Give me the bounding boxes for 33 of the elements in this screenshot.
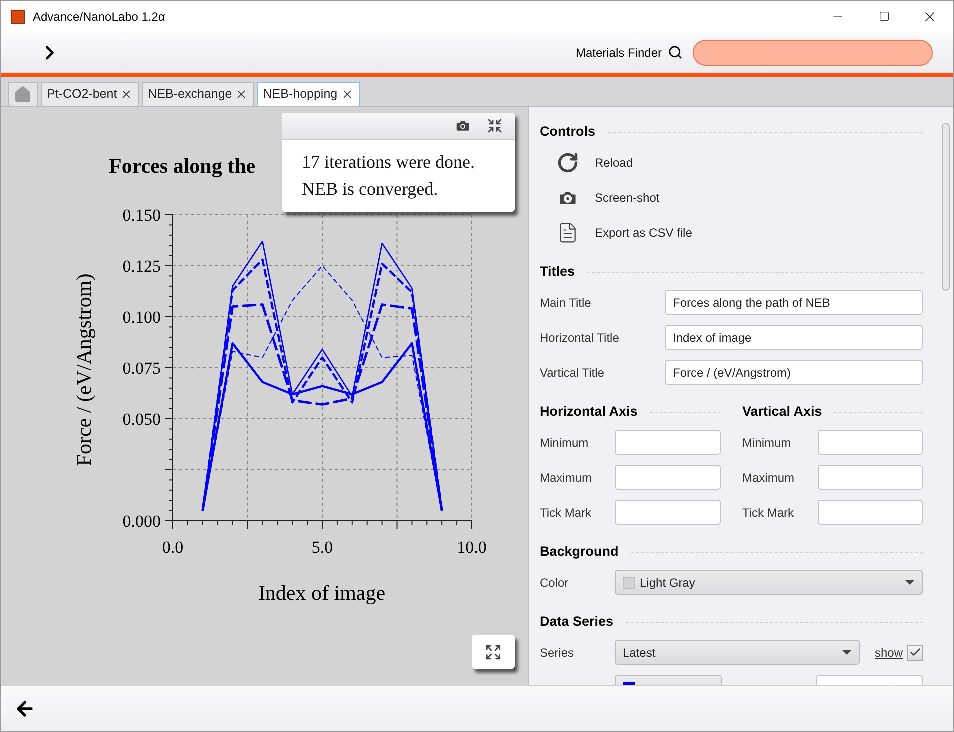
section-title: Titles	[540, 263, 576, 282]
section-title: Horizontal Axis	[540, 403, 638, 422]
x-tick-label: 10.0	[457, 538, 487, 557]
window-title: Advance/NanoLabo 1.2α	[33, 8, 166, 26]
field-label: Minimum	[742, 434, 792, 452]
x-axis-title: Index of image	[258, 581, 386, 605]
field-label: Horizontal Title	[540, 330, 620, 346]
y-tick-label: 0.100	[122, 308, 161, 327]
y-axis-title: Force / (eV/Angstrom)	[72, 274, 96, 466]
field-label: Minimum	[540, 434, 590, 452]
section-title: Data Series	[540, 613, 614, 632]
field-label: Vartical Title	[540, 364, 606, 382]
y-tick-label: 0.150	[122, 206, 161, 225]
field-label: Maximum	[540, 470, 594, 486]
popup-message: 17 iterations were done.	[302, 151, 476, 174]
field-label: Series	[540, 644, 576, 662]
field-label: Tick Mark	[742, 504, 796, 522]
materials-finder-label: Materials Finder	[576, 44, 662, 62]
y-tick-label: 0.050	[122, 410, 161, 429]
section-title: Vartical Axis	[742, 403, 822, 422]
field-label: Tick Mark	[540, 504, 593, 522]
section-title: Background	[540, 543, 619, 562]
y-tick-label: 0.000	[122, 512, 161, 531]
field-label: Maximum	[742, 470, 796, 486]
popup-message: NEB is converged.	[302, 178, 440, 201]
field-label: Color	[540, 574, 570, 592]
section-title: Controls	[540, 123, 596, 142]
chart-title: Forces along the	[109, 154, 256, 178]
y-tick-label: 0.125	[122, 257, 161, 276]
field-label: Main Title	[540, 294, 592, 312]
x-tick-label: 0.0	[162, 538, 184, 557]
y-tick-label: 0.075	[122, 359, 161, 378]
x-tick-label: 5.0	[312, 538, 334, 557]
